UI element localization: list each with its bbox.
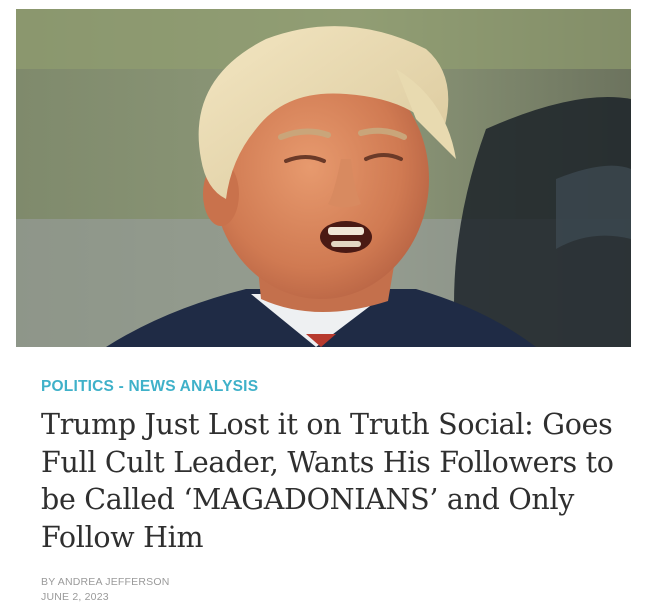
article-meta: BY ANDREA JEFFERSON JUNE 2, 2023 [41, 575, 169, 604]
article-headline[interactable]: Trump Just Lost it on Truth Social: Goes… [41, 406, 631, 556]
article-date: JUNE 2, 2023 [41, 590, 109, 603]
article-author[interactable]: BY ANDREA JEFFERSON [41, 575, 169, 590]
article-card: POLITICS - NEWS ANALYSIS Trump Just Lost… [0, 0, 647, 612]
hero-photo-illustration [16, 9, 631, 347]
article-category[interactable]: POLITICS - NEWS ANALYSIS [41, 378, 258, 396]
hero-photo[interactable] [16, 9, 631, 347]
